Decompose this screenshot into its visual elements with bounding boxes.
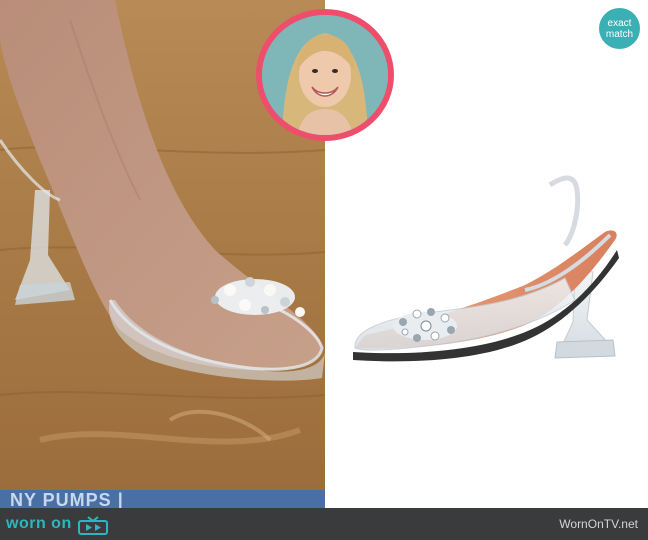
badge-line-2: match xyxy=(605,28,634,40)
footer-bar: worn on WornOnTV.net xyxy=(0,508,648,540)
logo-text: worn on xyxy=(6,515,72,532)
avatar xyxy=(262,15,388,135)
site-logo[interactable]: worn on xyxy=(6,512,110,536)
exact-match-badge: exact match xyxy=(599,8,640,49)
avatar-ring xyxy=(256,9,394,141)
tv-icon xyxy=(77,516,108,535)
tv-banner-text: NY PUMPS | xyxy=(10,490,124,508)
avatar-drawing xyxy=(262,15,388,135)
badge-line-1: exact xyxy=(607,17,632,29)
site-url[interactable]: WornOnTV.net xyxy=(559,517,638,531)
tv-banner: NY PUMPS | xyxy=(0,490,325,508)
